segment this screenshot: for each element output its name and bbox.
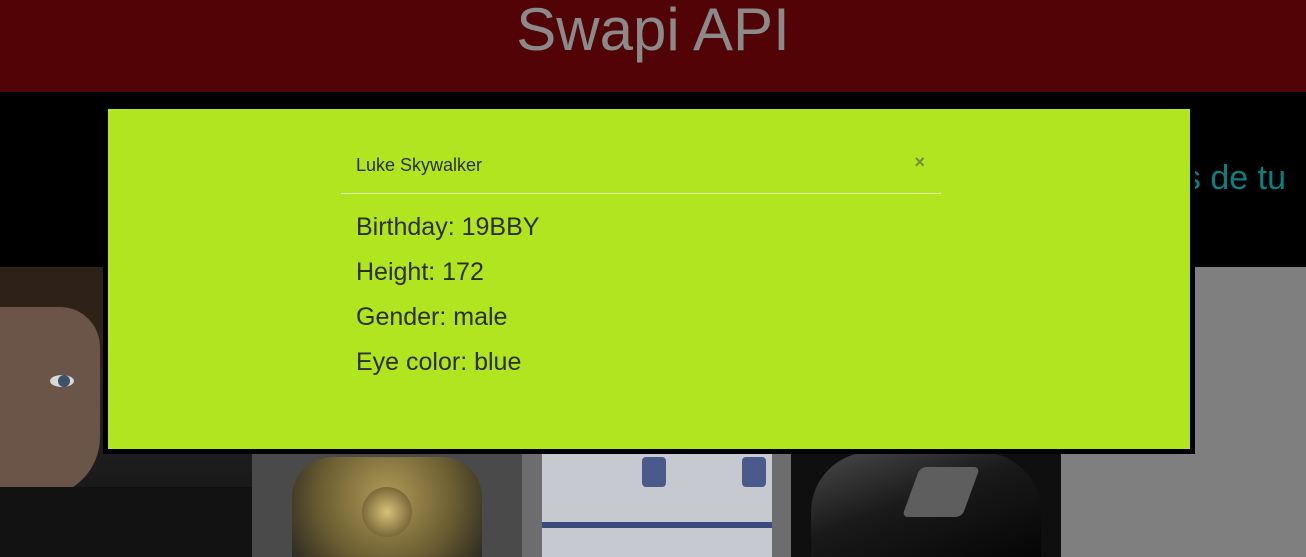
detail-gender: Gender: male (356, 303, 508, 331)
character-image-face (0, 307, 100, 497)
modal-divider (341, 193, 941, 194)
character-detail-modal: Luke Skywalker × Birthday: 19BBY Height:… (108, 109, 1190, 449)
modal-content: Luke Skywalker × Birthday: 19BBY Height:… (341, 109, 941, 449)
detail-height: Height: 172 (356, 258, 484, 286)
modal-body: Birthday: 19BBY Height: 172 Gender: male… (356, 212, 539, 392)
character-image-panel (642, 457, 666, 487)
character-image-panel (742, 457, 766, 487)
detail-eye-color: Eye color: blue (356, 348, 522, 376)
subtitle-text: s de tu (1183, 159, 1286, 197)
character-image-shirt (0, 487, 252, 557)
detail-birthday: Birthday: 19BBY (356, 213, 540, 241)
app-header: Swapi API (0, 0, 1306, 92)
page-title: Swapi API (516, 0, 790, 63)
character-image-core (362, 487, 412, 537)
modal-title: Luke Skywalker (356, 155, 483, 175)
character-image-band (542, 522, 772, 528)
close-icon[interactable]: × (914, 153, 925, 171)
character-image-iris (58, 375, 70, 387)
